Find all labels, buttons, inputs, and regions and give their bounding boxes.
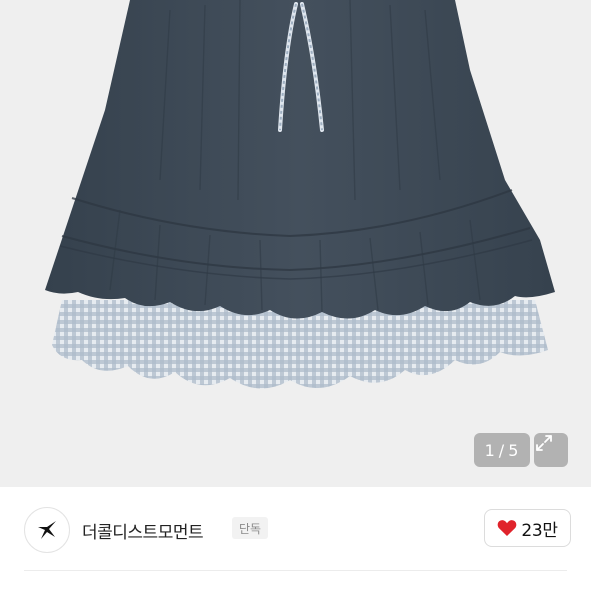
product-detail-page: 1 / 5 더콜디스트모먼트 단독 23만 <box>0 0 591 591</box>
like-count: 23만 <box>521 520 558 541</box>
image-counter-separator: / <box>498 440 506 460</box>
section-divider <box>24 570 567 571</box>
like-button[interactable]: 23만 <box>484 509 571 547</box>
image-counter-current: 1 <box>484 440 496 460</box>
heart-icon <box>497 520 517 536</box>
image-counter-total: 5 <box>508 440 520 460</box>
product-image-gallery[interactable]: 1 / 5 <box>0 0 591 487</box>
exclusive-badge: 단독 <box>232 517 269 539</box>
image-counter: 1 / 5 <box>474 433 530 467</box>
seller-row: 더콜디스트모먼트 단독 23만 <box>0 487 591 571</box>
product-photo-skirt <box>45 0 555 389</box>
seller-avatar[interactable] <box>24 507 70 553</box>
expand-arrows-icon <box>536 435 552 451</box>
seller-name[interactable]: 더콜디스트모먼트 <box>82 518 204 543</box>
expand-image-button[interactable] <box>534 433 568 467</box>
star-swoosh-logo-icon <box>38 521 56 539</box>
